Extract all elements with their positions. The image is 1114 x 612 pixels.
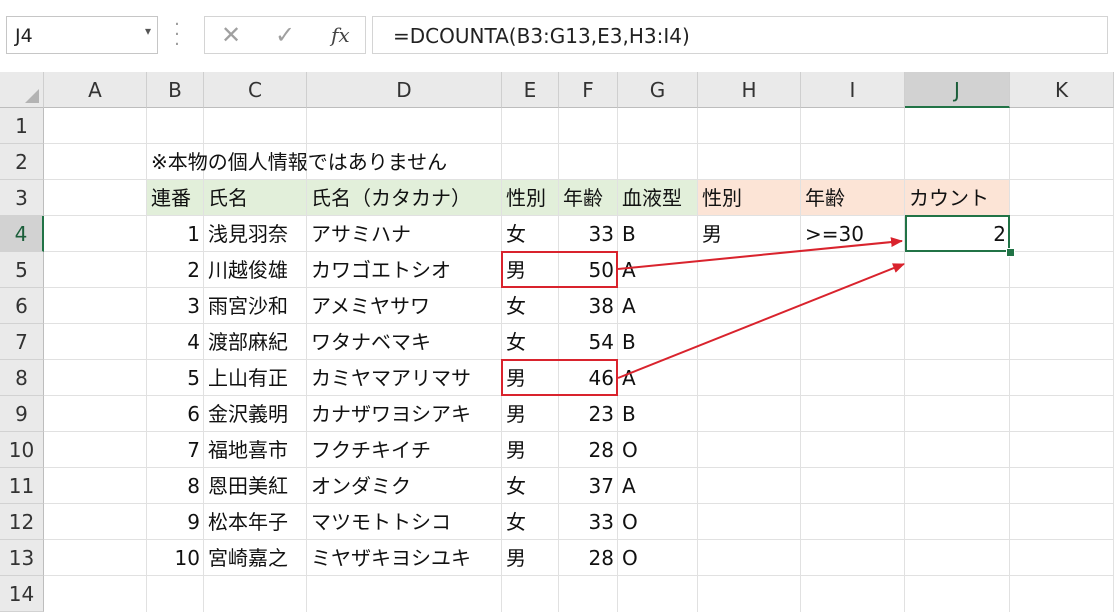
arrow-row5-to-result — [617, 237, 903, 270]
arrow-row8-to-result — [617, 263, 905, 379]
annotation-arrows — [617, 237, 905, 379]
